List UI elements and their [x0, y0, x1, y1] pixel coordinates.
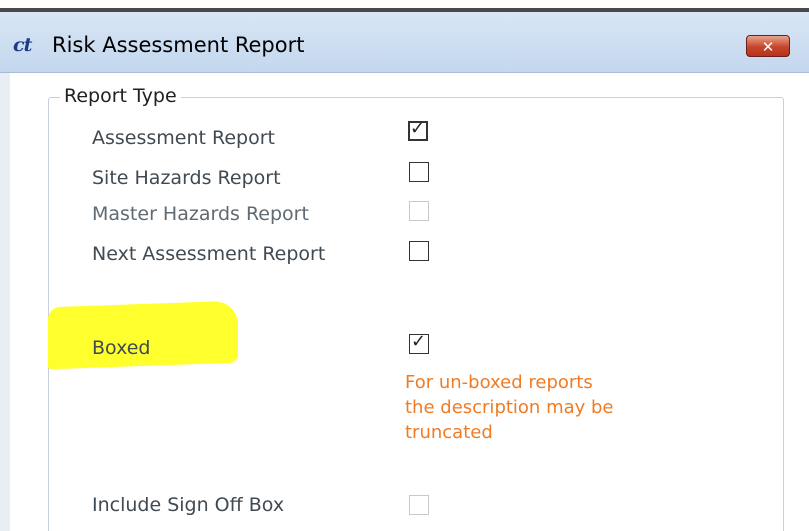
report-dialog: ct Risk Assessment Report ✕ Report Type …: [0, 0, 809, 531]
assessment-report-checkbox[interactable]: ✓: [408, 118, 428, 141]
check-icon: ✓: [410, 118, 426, 139]
boxed-checkbox[interactable]: ✓: [409, 331, 429, 354]
close-button[interactable]: ✕: [746, 35, 790, 57]
close-icon: ✕: [761, 38, 775, 56]
include-sign-off-box-label: Include Sign Off Box: [92, 494, 285, 516]
title-bar[interactable]: ct Risk Assessment Report ✕: [0, 12, 809, 73]
next-assessment-report-label: Next Assessment Report: [92, 243, 326, 265]
next-assessment-report-checkbox[interactable]: [409, 241, 429, 261]
warning-line: the description may be: [405, 397, 614, 418]
dialog-body: Report Type Assessment Report ✓ Site Haz…: [10, 73, 809, 531]
boxed-label: Boxed: [92, 337, 151, 359]
warning-line: For un-boxed reports: [405, 372, 593, 393]
master-hazards-report-label: Master Hazards Report: [92, 203, 309, 225]
window-top-edge: [0, 0, 809, 12]
check-icon: ✓: [411, 331, 427, 352]
site-hazards-report-checkbox[interactable]: [409, 162, 429, 182]
include-sign-off-box-checkbox[interactable]: [409, 495, 429, 515]
report-type-legend: Report Type: [60, 84, 181, 108]
app-logo-icon: ct: [13, 34, 32, 56]
site-hazards-report-label: Site Hazards Report: [92, 167, 281, 189]
dialog-title: Risk Assessment Report: [52, 33, 305, 57]
assessment-report-label: Assessment Report: [92, 127, 275, 149]
truncation-warning: For un-boxed reports the description may…: [405, 370, 665, 445]
master-hazards-report-checkbox[interactable]: [409, 201, 429, 221]
warning-line: truncated: [405, 422, 493, 443]
